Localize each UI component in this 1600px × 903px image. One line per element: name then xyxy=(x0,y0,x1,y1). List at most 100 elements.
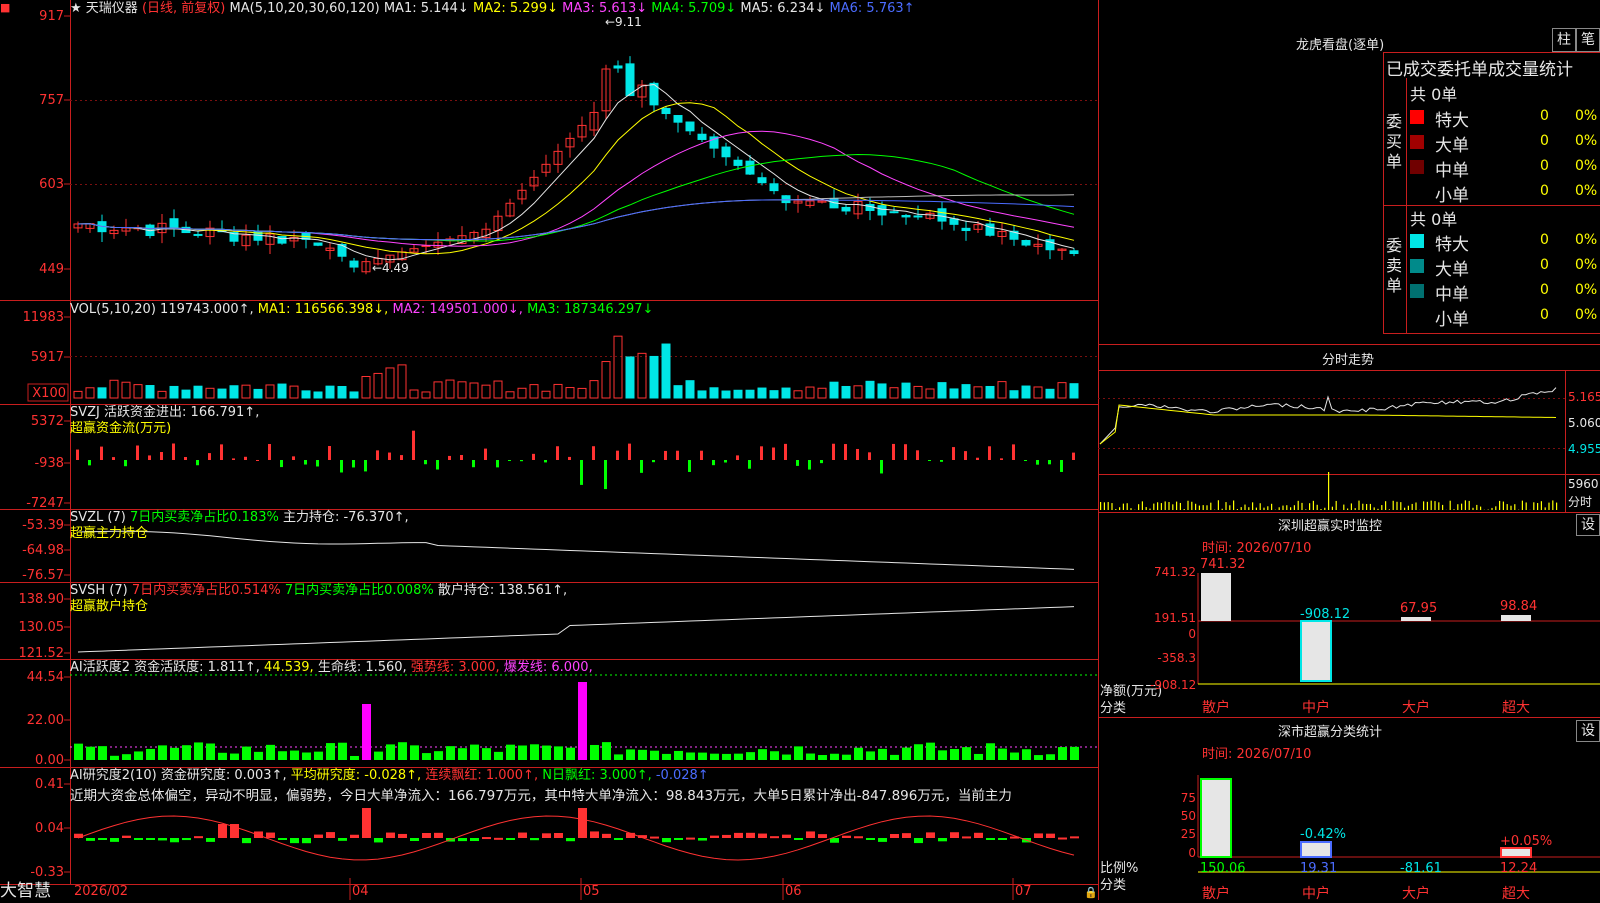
volume-bar xyxy=(638,353,646,398)
svsh-axis-1: 130.05 xyxy=(19,620,65,635)
svzj-bar xyxy=(1036,460,1039,465)
intraday-vol-bar xyxy=(1233,500,1234,510)
volume-bar xyxy=(398,365,406,398)
intraday-vol-bar xyxy=(1366,504,1367,510)
volume-bar xyxy=(1070,384,1078,398)
intraday-vol-bar xyxy=(1244,505,1245,510)
candle xyxy=(626,64,634,96)
svzj-subtitle: 超赢资金流(万元) xyxy=(70,421,171,437)
lock-icon[interactable]: 🔒 xyxy=(1084,885,1098,901)
candle xyxy=(170,219,178,229)
volume-bar xyxy=(662,344,670,398)
volume-bar xyxy=(686,381,694,398)
monitor-title: 深圳超赢实时监控 xyxy=(1278,515,1382,534)
activity-bar xyxy=(962,747,971,760)
volume-bar xyxy=(974,387,982,398)
intraday-vol-bar xyxy=(1415,502,1416,510)
classify-settings-button[interactable]: 设 xyxy=(1576,720,1600,742)
intraday-vol-bar xyxy=(1355,508,1356,510)
buy-count-1: 0 xyxy=(1540,133,1549,149)
tick-mode-button[interactable]: 笔 xyxy=(1576,28,1600,52)
classify-value-3: 12.24 xyxy=(1500,861,1537,876)
monitor-value-1: -908.12 xyxy=(1300,607,1350,622)
ma-value-5: MA5: 6.234↓ xyxy=(736,1,825,16)
ma-value-4: MA4: 5.709↓ xyxy=(647,1,736,16)
research-bar xyxy=(770,836,779,838)
intraday-vol-bar xyxy=(1138,504,1139,510)
candle xyxy=(890,212,898,213)
ai-axis-0: 44.54 xyxy=(27,670,64,685)
intraday-vol-bar xyxy=(1434,501,1435,510)
ai-axis-1: 22.00 xyxy=(27,713,64,728)
research-bar xyxy=(506,838,515,840)
svzj-bar xyxy=(472,460,475,467)
monitor-category-3: 超大 xyxy=(1502,697,1530,717)
volume-bar xyxy=(446,380,454,398)
monitor-axis-3: -358.3 xyxy=(1150,651,1196,665)
intraday-vol-bar xyxy=(1526,502,1527,510)
research-line xyxy=(78,816,1074,860)
svzj-bar xyxy=(376,450,379,460)
volume-bar xyxy=(458,382,466,398)
monitor-settings-button[interactable]: 设 xyxy=(1576,514,1600,536)
activity-bar xyxy=(878,749,887,760)
intraday-vol-bar xyxy=(1100,502,1101,510)
activity-bar xyxy=(302,753,311,760)
activity-bar xyxy=(242,747,251,760)
classify-category-1: 中户 xyxy=(1302,883,1330,903)
activity-bar xyxy=(470,745,479,760)
svsh-axis-0: 138.90 xyxy=(19,592,65,607)
stock-name[interactable]: 天瑞仪器 xyxy=(86,1,138,16)
star-icon[interactable]: ★ xyxy=(70,1,82,16)
volume-bar xyxy=(950,389,958,398)
volume-bar xyxy=(386,368,394,398)
activity-bar xyxy=(734,754,743,760)
research-bar xyxy=(650,837,659,839)
period-label[interactable]: (日线, 前复权) xyxy=(142,1,225,16)
svzl-subtitle: 超赢主力持仓 xyxy=(70,526,148,542)
ma-value-2: MA2: 5.299↓ xyxy=(469,1,558,16)
activity-bar xyxy=(614,754,623,760)
activity-bar xyxy=(98,746,107,760)
svzj-axis-0: 5372 xyxy=(31,414,64,429)
research-bar xyxy=(806,831,815,838)
svzj-bar xyxy=(508,460,511,461)
high-mark: ←9.11 xyxy=(605,15,642,29)
intraday-vol-bar xyxy=(1146,507,1147,510)
bar-mode-button[interactable]: 柱 xyxy=(1552,28,1576,52)
ai-axis-2: 0.00 xyxy=(35,753,64,768)
sell-swatch-2 xyxy=(1410,284,1424,298)
buy-pct-0: 0% xyxy=(1575,108,1597,124)
svzj-bar xyxy=(892,444,895,460)
volume-bar xyxy=(914,386,922,398)
svzj-bar xyxy=(580,460,583,485)
chart-canvas[interactable]: 917757603449119835917X1005372-938-7247-5… xyxy=(0,0,1600,900)
intraday-vol-bar xyxy=(1457,504,1458,510)
intraday-vol-bar xyxy=(1507,504,1508,510)
intraday-vol-bar xyxy=(1499,501,1500,510)
activity-bar xyxy=(266,745,275,760)
activity-bar xyxy=(602,742,611,760)
svzj-bar xyxy=(496,460,499,467)
activity-bar xyxy=(170,748,179,760)
svzj-header: SVZJ 活跃资金进出: 166.791↑, xyxy=(70,405,259,421)
intraday-vol-bar xyxy=(1165,501,1166,510)
svsh-subtitle: 超赢散户持仓 xyxy=(70,599,148,615)
activity-bar xyxy=(146,749,155,760)
svzj-bar xyxy=(724,460,727,463)
svzj-bar xyxy=(208,453,211,460)
svzj-bars xyxy=(76,431,1075,489)
intraday-vol-bar xyxy=(1442,505,1443,510)
activity-bar xyxy=(1046,754,1055,760)
sell-swatch-3 xyxy=(1410,309,1424,323)
research-bar xyxy=(158,838,167,840)
research-bar xyxy=(278,838,287,840)
svzj-bar xyxy=(388,453,391,460)
menu-marker-icon[interactable]: ■ xyxy=(0,1,10,14)
volume-bar xyxy=(998,382,1006,398)
activity-bar xyxy=(554,746,563,760)
svzj-bar xyxy=(952,447,955,460)
svzj-bar xyxy=(88,460,91,465)
volume-bar xyxy=(74,391,82,398)
vol-value: 119743.000↑, xyxy=(160,302,254,317)
